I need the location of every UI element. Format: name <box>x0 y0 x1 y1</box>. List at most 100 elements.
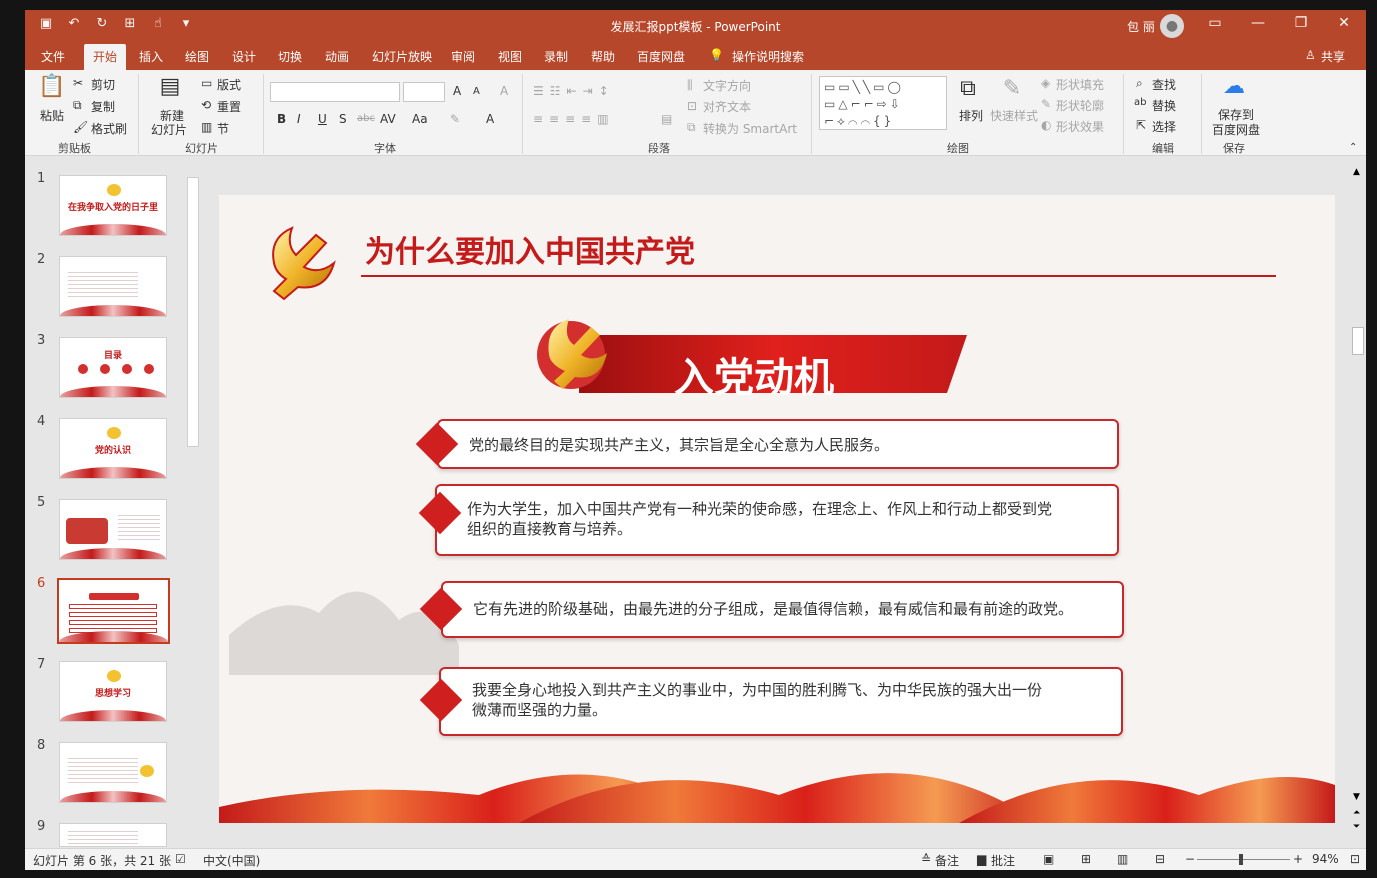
quick-styles-button[interactable]: 快速样式 <box>990 107 1038 124</box>
zoom-slider-thumb[interactable] <box>1239 854 1243 865</box>
tab-file[interactable]: 文件 <box>41 48 65 65</box>
slide-thumbnail-8[interactable] <box>59 742 167 803</box>
new-slide-icon[interactable]: ▤ <box>155 74 185 99</box>
arrange-button[interactable]: 排列 <box>959 107 983 124</box>
slide-sorter-icon[interactable]: ⊞ <box>1081 852 1091 866</box>
shape-fill-icon[interactable]: ◈ <box>1041 76 1050 90</box>
highlight-icon[interactable]: ✎ <box>450 112 460 126</box>
slide-thumbnail-3[interactable]: 目录 <box>59 337 167 398</box>
paste-button[interactable]: 粘贴 <box>40 107 64 124</box>
text-direction-icon[interactable]: ⫼ <box>687 78 693 93</box>
slideshow-view-icon[interactable]: ⊟ <box>1155 852 1165 866</box>
char-spacing-button[interactable]: AV <box>380 112 396 126</box>
cut-button[interactable]: 剪切 <box>91 76 115 93</box>
find-icon[interactable]: ⌕ <box>1136 76 1143 91</box>
underline-button[interactable]: U <box>318 112 327 126</box>
smartart-button[interactable]: 转换为 SmartArt <box>703 120 797 137</box>
close-icon[interactable]: ✕ <box>1329 15 1359 31</box>
strikethrough-button[interactable]: abc <box>357 113 375 124</box>
tab-view[interactable]: 视图 <box>498 48 522 65</box>
slide-canvas[interactable]: 为什么要加入中国共产党 入党动机 党的最终目的是实现共产主义，其宗旨是全心全意为… <box>219 195 1335 823</box>
reason-text-4-line-1[interactable]: 我要全身心地投入到共产主义的事业中，为中国的胜利腾飞、为中华民族的强大出一份 <box>472 680 1042 700</box>
paste-icon[interactable]: 📋 <box>37 74 67 99</box>
format-painter-button[interactable]: 格式刷 <box>91 120 127 137</box>
previous-slide-icon[interactable]: ⏶ <box>1353 808 1360 818</box>
replace-icon[interactable]: ab <box>1134 97 1146 108</box>
italic-button[interactable]: I <box>297 112 301 126</box>
format-painter-icon[interactable]: 🖌 <box>73 120 88 134</box>
shape-outline-icon[interactable]: ✎ <box>1041 97 1051 111</box>
section-icon[interactable]: ▥ <box>201 120 212 134</box>
align-buttons-icon[interactable]: ≡≡≡≡▥ <box>533 112 615 126</box>
slide-thumbnail-5[interactable] <box>59 499 167 560</box>
scrollbar-thumb[interactable] <box>187 177 199 447</box>
save-to-label-2[interactable]: 百度网盘 <box>1212 121 1260 138</box>
notes-icon[interactable]: ≙ <box>921 852 931 866</box>
shape-fill-button[interactable]: 形状填充 <box>1056 76 1104 93</box>
list-buttons-icon[interactable]: ☰☷⇤⇥↕ <box>533 84 615 98</box>
layout-button[interactable]: 版式 <box>217 76 241 93</box>
minimize-icon[interactable]: — <box>1243 15 1273 31</box>
tab-help[interactable]: 帮助 <box>591 48 615 65</box>
tab-slideshow[interactable]: 幻灯片放映 <box>372 48 432 65</box>
clear-format-button[interactable]: A <box>500 84 508 98</box>
bold-button[interactable]: B <box>277 112 286 126</box>
collapse-ribbon-icon[interactable]: ⌃ <box>1349 142 1357 153</box>
text-direction-button[interactable]: 文字方向 <box>703 77 751 94</box>
reason-text-2-line-1[interactable]: 作为大学生，加入中国共产党有一种光荣的使命感，在理念上、作风上和行动上都受到党 <box>467 499 1052 519</box>
language-indicator[interactable]: 中文(中国) <box>203 852 260 869</box>
font-name-combo[interactable] <box>270 82 400 102</box>
notes-button[interactable]: 备注 <box>935 852 959 869</box>
shrink-font-button[interactable]: A <box>473 86 480 97</box>
slide-thumbnail-9[interactable] <box>59 823 167 847</box>
copy-icon[interactable]: ⧉ <box>73 98 82 113</box>
quick-styles-icon[interactable]: ✎ <box>997 76 1027 101</box>
reading-view-icon[interactable]: ▥ <box>1117 852 1128 866</box>
shape-effects-button[interactable]: 形状效果 <box>1056 118 1104 135</box>
zoom-slider[interactable] <box>1197 859 1290 860</box>
reason-text-1[interactable]: 党的最终目的是实现共产主义，其宗旨是全心全意为人民服务。 <box>469 435 889 455</box>
scrollbar-thumb[interactable] <box>1352 327 1364 355</box>
cut-icon[interactable]: ✂ <box>73 76 83 90</box>
reason-text-2-line-2[interactable]: 组织的直接教育与培养。 <box>467 519 632 539</box>
font-size-combo[interactable] <box>403 82 445 102</box>
copy-button[interactable]: 复制 <box>91 98 115 115</box>
tab-design[interactable]: 设计 <box>232 48 256 65</box>
spelling-icon[interactable]: ☑ <box>175 852 186 866</box>
smartart-icon[interactable]: ⧉ <box>687 120 696 135</box>
layout-icon[interactable]: ▭ <box>201 76 212 90</box>
find-button[interactable]: 查找 <box>1152 76 1176 93</box>
slide-thumbnail-6[interactable] <box>57 578 170 644</box>
reason-text-4-line-2[interactable]: 微薄而坚强的力量。 <box>472 700 607 720</box>
section-button[interactable]: 节 <box>217 120 229 137</box>
select-button[interactable]: 选择 <box>1152 118 1176 135</box>
shape-effects-icon[interactable]: ◐ <box>1041 118 1051 132</box>
font-color-button[interactable]: A <box>486 112 494 126</box>
columns-icon[interactable]: ▤ <box>661 112 672 126</box>
restore-icon[interactable]: ❐ <box>1286 15 1316 31</box>
slide-thumbnail-1[interactable]: 在我争取入党的日子里 <box>59 175 167 236</box>
slide-thumbnail-2[interactable] <box>59 256 167 317</box>
change-case-button[interactable]: Aa <box>412 112 428 126</box>
slide-title[interactable]: 为什么要加入中国共产党 <box>365 227 695 271</box>
ribbon-display-icon[interactable]: ▭ <box>1200 15 1230 31</box>
shape-outline-button[interactable]: 形状轮廓 <box>1056 97 1104 114</box>
tab-animations[interactable]: 动画 <box>325 48 349 65</box>
fit-slide-icon[interactable]: ⊡ <box>1350 852 1360 866</box>
banner-title[interactable]: 入党动机 <box>674 345 834 403</box>
tab-record[interactable]: 录制 <box>544 48 568 65</box>
tab-insert[interactable]: 插入 <box>139 48 163 65</box>
scroll-down-icon[interactable]: ▼ <box>1353 792 1360 802</box>
arrange-icon[interactable]: ⧉ <box>953 76 983 101</box>
zoom-level[interactable]: 94% <box>1312 852 1339 866</box>
reset-icon[interactable]: ⟲ <box>201 98 211 112</box>
slide-scrollbar[interactable]: ▲ ▼ ⏶ ⏷ <box>1351 167 1365 832</box>
normal-view-icon[interactable]: ▣ <box>1043 852 1054 866</box>
reset-button[interactable]: 重置 <box>217 98 241 115</box>
grow-font-button[interactable]: A <box>453 84 461 98</box>
tab-baidu[interactable]: 百度网盘 <box>637 48 685 65</box>
shapes-gallery[interactable]: ▭▭╲╲▭◯ ▭△⌐⌐⇨⇩ ⌐⟡⌒⌒{} <box>819 76 947 130</box>
zoom-in-button[interactable]: + <box>1293 852 1303 866</box>
scroll-up-icon[interactable]: ▲ <box>1353 167 1360 177</box>
share-button[interactable]: 共享 <box>1321 48 1345 65</box>
